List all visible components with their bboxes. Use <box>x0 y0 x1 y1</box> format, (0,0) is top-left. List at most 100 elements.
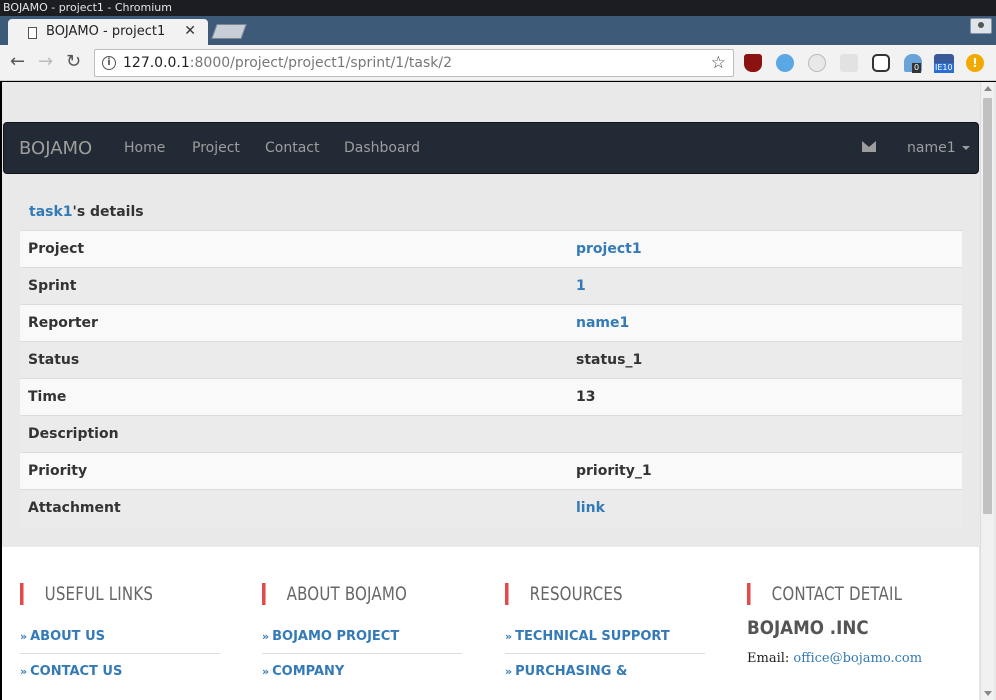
url-text: 127.0.0.1:8000/project/project1/sprint/1… <box>123 55 452 71</box>
footer-link-contact-us[interactable]: » CONTACT US <box>20 654 220 689</box>
email-link[interactable]: office@bojamo.com <box>793 651 922 666</box>
detail-label: Priority <box>20 452 568 490</box>
detail-label: Project <box>20 230 568 268</box>
forward-arrow-icon[interactable]: → <box>38 53 53 71</box>
footer-link-about-us[interactable]: » ABOUT US <box>20 619 220 654</box>
detail-label: Sprint <box>20 267 568 305</box>
footer-col-contact: CONTACT DETAIL BOJAMO .INC Email: office… <box>747 583 972 666</box>
back-arrow-icon[interactable]: ← <box>10 53 25 71</box>
footer-heading: RESOURCES <box>505 583 681 605</box>
ie-tab-icon[interactable]: IE10 <box>934 54 954 73</box>
new-tab-button[interactable] <box>211 24 247 39</box>
mail-icon[interactable] <box>862 141 876 152</box>
footer-link-label: COMPANY <box>272 664 345 679</box>
detail-row: Status status_1 <box>20 341 962 379</box>
double-chevron-icon: » <box>20 630 28 643</box>
ublock-icon[interactable] <box>744 54 762 72</box>
page-viewport: BOJAMO Home Project Contact Dashboard na… <box>0 82 996 700</box>
footer-link-label: TECHNICAL SUPPORT <box>515 629 670 644</box>
detail-value-link[interactable]: name1 <box>568 304 962 342</box>
detail-label: Description <box>20 415 568 453</box>
bookmark-star-icon[interactable]: ☆ <box>711 53 726 73</box>
detail-label: Status <box>20 341 568 379</box>
detail-row: Time 13 <box>20 378 962 416</box>
double-chevron-icon: » <box>505 630 513 643</box>
scroll-down-arrow-icon[interactable] <box>984 691 992 696</box>
detail-value: status_1 <box>568 341 962 379</box>
detail-row: Description <box>20 415 962 453</box>
extension-link-icon[interactable] <box>872 54 890 72</box>
url-host: 127.0.0.1 <box>123 55 190 71</box>
double-chevron-icon: » <box>20 665 28 678</box>
detail-row: Reporter name1 <box>20 304 962 342</box>
double-chevron-icon: » <box>505 665 513 678</box>
detail-value-link[interactable]: 1 <box>568 267 962 305</box>
url-path: :8000/project/project1/sprint/1/task/2 <box>189 55 453 71</box>
info-icon[interactable]: i <box>102 56 116 70</box>
scrollbar-thumb[interactable] <box>983 98 992 514</box>
nav-link-home[interactable]: Home <box>124 140 165 156</box>
company-name: BOJAMO .INC <box>747 617 869 639</box>
detail-value: 13 <box>568 378 962 416</box>
reload-icon[interactable]: ↻ <box>66 53 81 71</box>
tab-title: BOJAMO - project1 <box>46 24 166 39</box>
detail-row: Priority priority_1 <box>20 452 962 490</box>
footer-heading: USEFUL LINKS <box>20 583 196 605</box>
footer-heading: ABOUT BOJAMO <box>262 583 438 605</box>
extension-badge-0: 0 <box>912 63 922 73</box>
browser-toolbar: ← → ↻ i 127.0.0.1:8000/project/project1/… <box>0 45 996 81</box>
task-link[interactable]: task1 <box>29 204 73 220</box>
site-footer: USEFUL LINKS » ABOUT US » CONTACT US ABOUT… <box>2 547 979 700</box>
task-details-table: Project project1 Sprint 1 Reporter name1 Statu… <box>20 230 962 527</box>
contact-email-line: Email: office@bojamo.com <box>747 651 972 666</box>
double-chevron-icon: » <box>262 665 270 678</box>
user-name: name1 <box>907 140 956 156</box>
profile-icon[interactable] <box>970 18 992 34</box>
extension-gray-icon[interactable] <box>840 54 858 72</box>
footer-link-purchasing[interactable]: »PURCHASING & LICENSING <box>505 654 705 700</box>
double-chevron-icon: » <box>262 630 270 643</box>
footer-link-company[interactable]: » COMPANY <box>262 654 462 689</box>
user-menu-dropdown[interactable]: name1 <box>907 140 970 156</box>
footer-link-label: ABOUT US <box>30 629 105 644</box>
address-bar[interactable]: i 127.0.0.1:8000/project/project1/sprint… <box>94 49 734 77</box>
detail-value <box>568 415 962 453</box>
email-label: Email: <box>747 651 790 666</box>
detail-value: priority_1 <box>568 452 962 490</box>
footer-link-label: BOJAMO PROJECT <box>272 629 400 644</box>
site-navbar: BOJAMO Home Project Contact Dashboard na… <box>3 122 979 174</box>
nav-link-dashboard[interactable]: Dashboard <box>344 140 420 156</box>
footer-col-resources: RESOURCES » TECHNICAL SUPPORT » PURCHASING… <box>505 583 705 700</box>
detail-label: Reporter <box>20 304 568 342</box>
nav-link-contact[interactable]: Contact <box>265 140 319 156</box>
warning-icon[interactable]: ! <box>966 54 984 72</box>
detail-row: Attachment link <box>20 489 962 527</box>
page-icon <box>28 27 37 39</box>
close-tab-icon[interactable]: ✕ <box>184 23 196 39</box>
extension-badge-ie10: IE10 <box>934 63 954 73</box>
window-title-bar: BOJAMO - project1 - Chromium <box>0 0 996 16</box>
footer-link-bojamo-project[interactable]: » BOJAMO PROJECT <box>262 619 462 654</box>
ghost-extension-icon[interactable]: 0 <box>904 54 922 73</box>
nav-link-project[interactable]: Project <box>192 140 240 156</box>
detail-row: Project project1 <box>20 230 962 268</box>
detail-label: Attachment <box>20 489 568 527</box>
vertical-scrollbar[interactable] <box>980 82 994 700</box>
footer-link-label: PURCHASING & LICENSING <box>505 664 628 700</box>
browser-tab[interactable]: BOJAMO - project1 ✕ <box>8 19 208 45</box>
extension-blue-icon[interactable] <box>776 54 794 72</box>
caret-down-icon <box>961 146 970 150</box>
scroll-up-arrow-icon[interactable] <box>984 86 992 91</box>
details-heading: task1's details <box>29 204 144 220</box>
footer-col-useful-links: USEFUL LINKS » ABOUT US » CONTACT US <box>20 583 220 689</box>
heading-suffix: 's details <box>72 204 144 220</box>
detail-label: Time <box>20 378 568 416</box>
footer-link-technical-support[interactable]: » TECHNICAL SUPPORT <box>505 619 705 654</box>
detail-value-link[interactable]: link <box>568 489 962 527</box>
footer-col-about: ABOUT BOJAMO » BOJAMO PROJECT » COMPANY <box>262 583 462 689</box>
react-devtools-icon[interactable] <box>808 54 826 72</box>
window-title: BOJAMO - project1 - Chromium <box>3 1 172 14</box>
navbar-brand[interactable]: BOJAMO <box>19 138 92 159</box>
detail-value-link[interactable]: project1 <box>568 230 962 268</box>
footer-link-label: CONTACT US <box>30 664 123 679</box>
